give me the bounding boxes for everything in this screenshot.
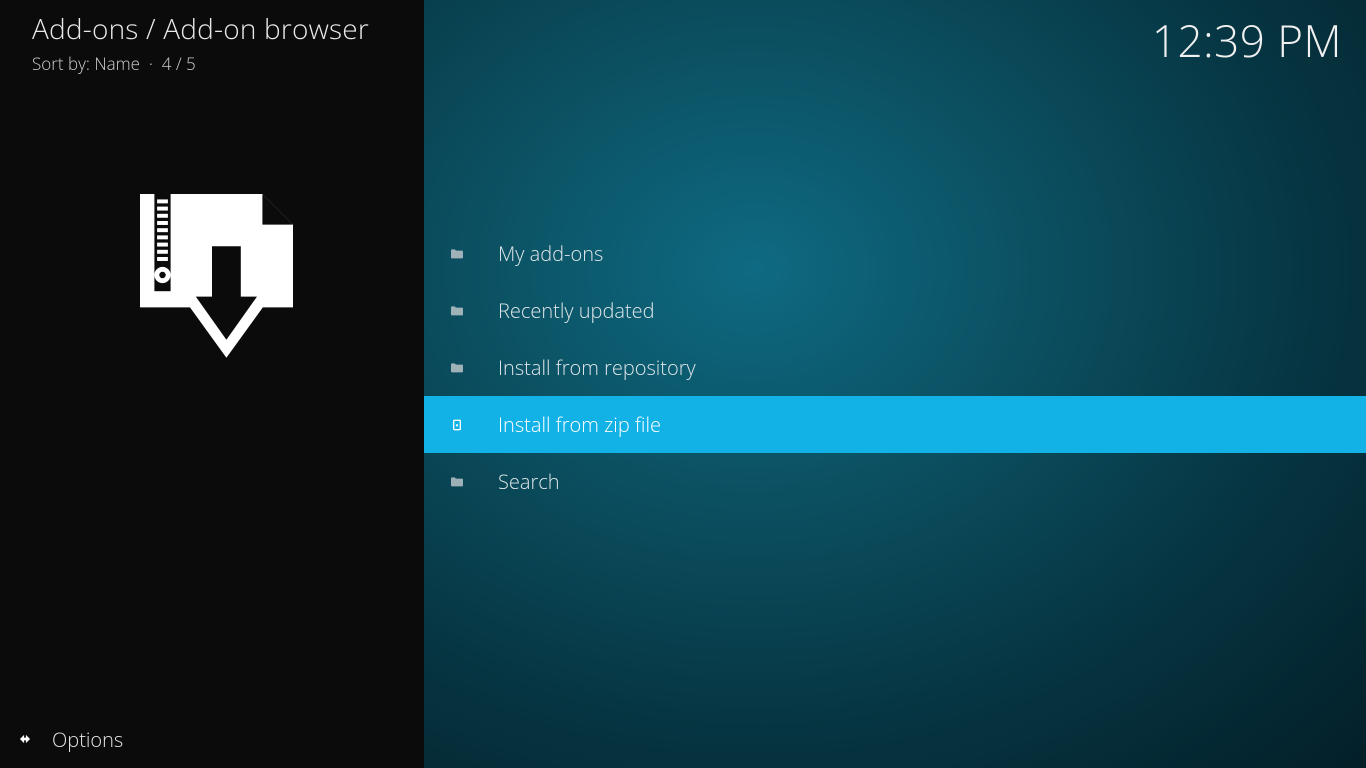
list-item[interactable]: Install from repository xyxy=(424,339,1366,396)
list-item-label: Search xyxy=(498,468,560,495)
folder-icon xyxy=(448,302,466,320)
list-item[interactable]: Search xyxy=(424,453,1366,510)
list-position: 4 / 5 xyxy=(162,52,196,75)
file-icon xyxy=(448,416,466,434)
content-area: 12:39 PM My add-ons Recently updated Insta… xyxy=(424,0,1366,768)
list-item-label: Recently updated xyxy=(498,297,655,324)
addon-list: My add-ons Recently updated Install from r… xyxy=(424,225,1366,510)
list-item-label: Install from zip file xyxy=(498,411,661,438)
clock: 12:39 PM xyxy=(1152,10,1342,70)
sort-label: Sort by: Name xyxy=(32,52,140,75)
sort-line: Sort by: Name · 4 / 5 xyxy=(32,52,424,75)
folder-icon xyxy=(448,359,466,377)
options-button[interactable]: Options xyxy=(0,720,123,758)
list-item[interactable]: Install from zip file xyxy=(424,396,1366,453)
sidebar: Add-ons / Add-on browser Sort by: Name ·… xyxy=(0,0,424,768)
zip-download-icon xyxy=(0,185,424,365)
folder-icon xyxy=(448,245,466,263)
options-label: Options xyxy=(52,726,123,753)
folder-icon xyxy=(448,473,466,491)
options-arrows-icon xyxy=(14,728,36,750)
list-item[interactable]: Recently updated xyxy=(424,282,1366,339)
list-item-label: Install from repository xyxy=(498,354,696,381)
breadcrumb: Add-ons / Add-on browser xyxy=(32,10,424,48)
header: Add-ons / Add-on browser Sort by: Name ·… xyxy=(0,0,424,75)
sort-separator: · xyxy=(149,52,153,75)
list-item-label: My add-ons xyxy=(498,240,603,267)
list-item[interactable]: My add-ons xyxy=(424,225,1366,282)
